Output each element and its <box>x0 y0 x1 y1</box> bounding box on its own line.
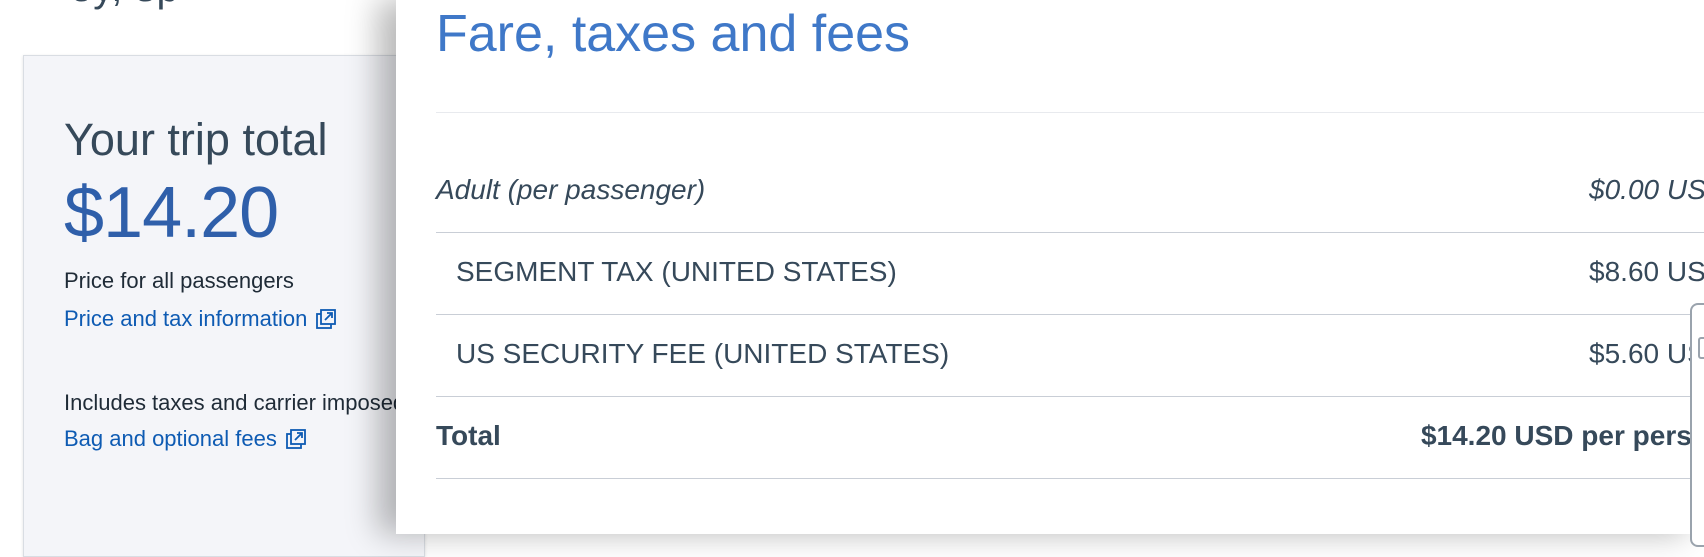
fee-row-value: $0.00 USD <box>1589 174 1704 205</box>
scroll-grip-icon <box>1698 337 1704 359</box>
fee-row-label: US SECURITY FEE (UNITED STATES) <box>456 338 950 369</box>
total-label: Total <box>436 420 501 451</box>
fee-row-value: $8.60 USD <box>1589 256 1704 287</box>
fee-row-label: SEGMENT TAX (UNITED STATES) <box>456 256 897 287</box>
fee-row-total: Total $14.20 USD per person <box>436 396 1704 479</box>
title-divider <box>436 106 1704 113</box>
fee-row-adult: Adult (per passenger) $0.00 USD <box>436 150 1704 233</box>
fee-row-label: Adult (per passenger) <box>436 174 706 205</box>
fee-row-security-fee: US SECURITY FEE (UNITED STATES) $5.60 US… <box>436 314 1704 397</box>
dialog-title: Fare, taxes and fees <box>436 5 911 63</box>
fare-taxes-fees-dialog: Fare, taxes and fees Adult (per passenge… <box>396 0 1704 534</box>
fee-row-value: $5.60 USD <box>1589 338 1704 369</box>
fee-row-segment-tax: SEGMENT TAX (UNITED STATES) $8.60 USD <box>436 232 1704 315</box>
total-value: $14.20 USD per person <box>1420 420 1704 451</box>
side-scroll-handle[interactable] <box>1690 303 1704 547</box>
